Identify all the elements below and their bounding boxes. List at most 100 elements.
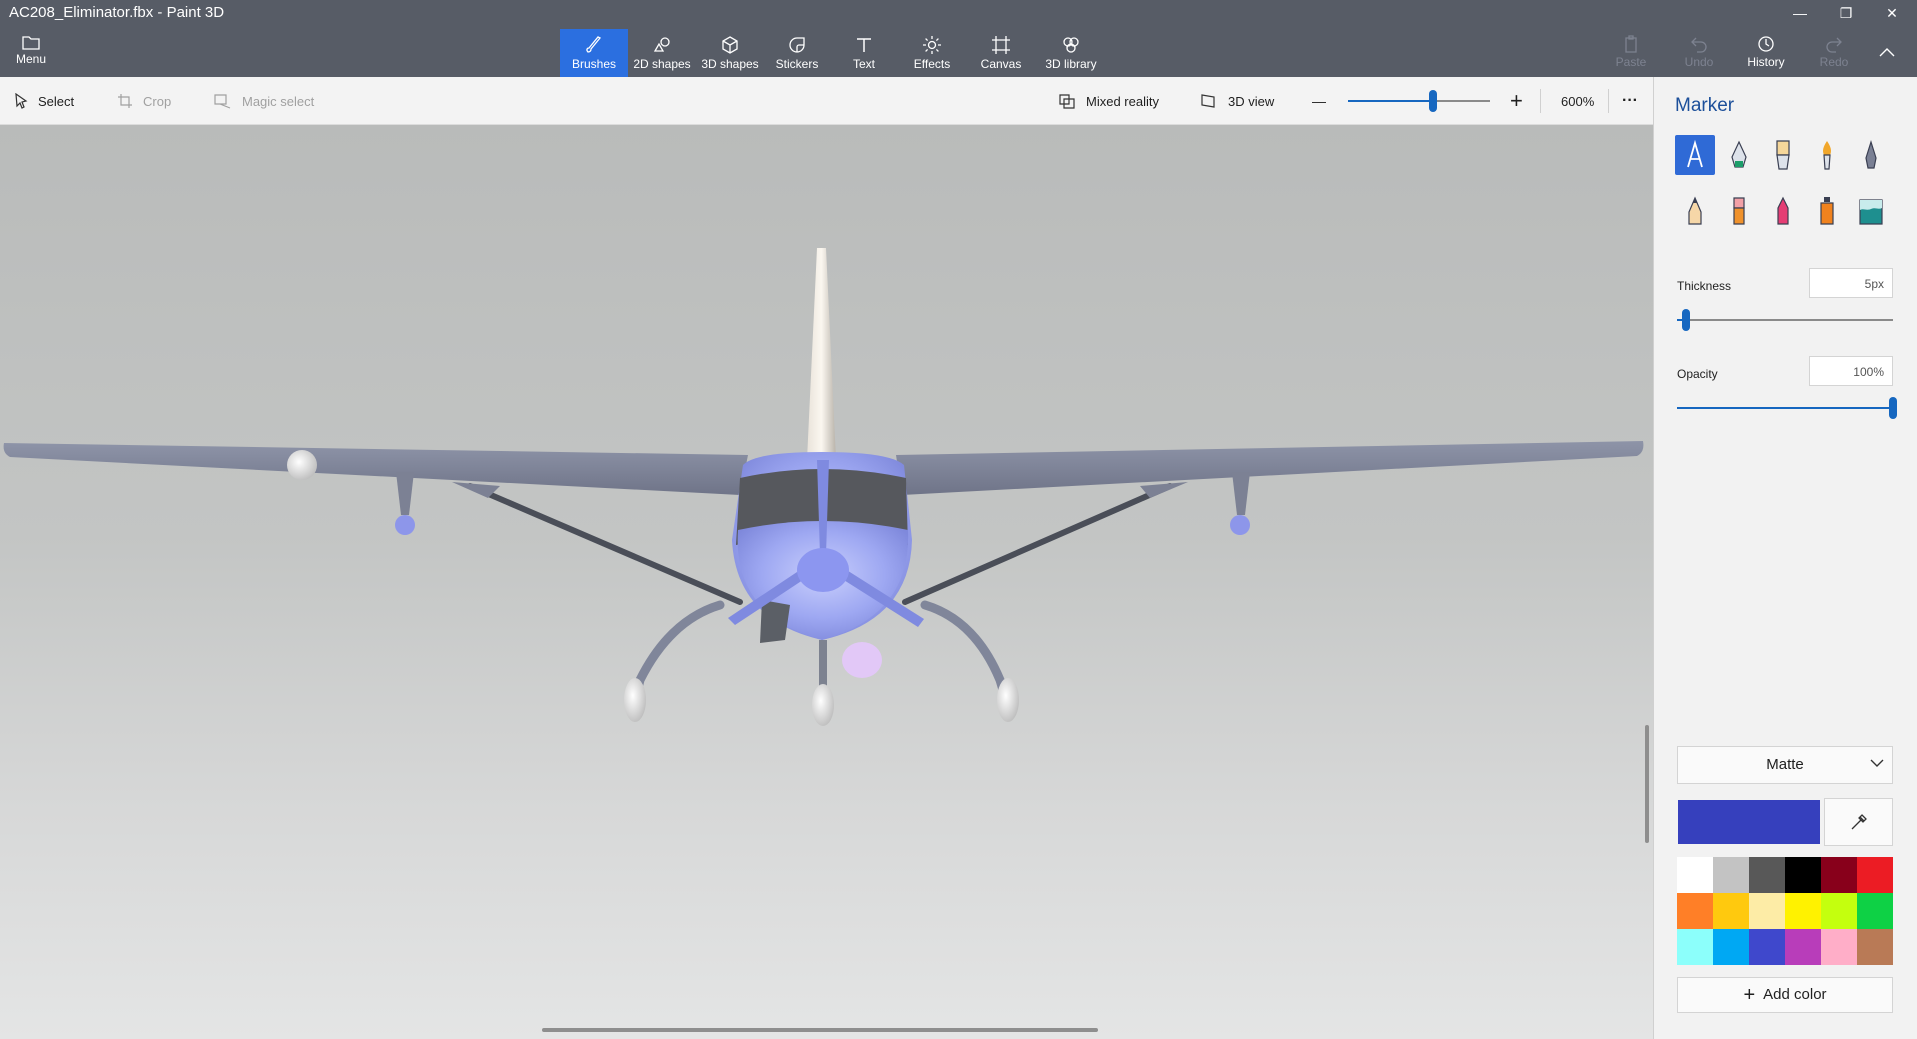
zoom-slider[interactable] [1348,90,1490,112]
zoom-out-button[interactable]: — [1312,77,1326,125]
zoom-slider-fill [1348,100,1434,102]
color-swatch[interactable] [1785,893,1821,929]
right-main-wheel [997,678,1019,722]
add-color-button[interactable]: + Add color [1677,977,1893,1013]
restore-button[interactable]: ❐ [1823,0,1869,28]
nose-gear-strut [819,640,827,690]
close-button[interactable]: ✕ [1869,0,1915,28]
brush-fill[interactable] [1851,191,1891,231]
color-swatch[interactable] [1713,929,1749,965]
color-swatch[interactable] [1749,893,1785,929]
tab-canvas[interactable]: Canvas [974,29,1028,77]
more-options-button[interactable]: ··· [1622,77,1638,125]
select-tool[interactable]: Select [14,77,74,125]
chevron-up-icon [1879,48,1895,57]
vertical-scrollbar[interactable] [1645,725,1649,843]
horizontal-scrollbar[interactable] [542,1028,1098,1032]
tab-label: Canvas [980,57,1022,71]
plus-icon: + [1743,984,1756,1006]
thickness-input[interactable]: 5px [1809,268,1893,298]
brush-watercolor[interactable] [1807,135,1847,175]
color-swatch[interactable] [1785,929,1821,965]
zoom-level[interactable]: 600% [1561,77,1594,125]
opacity-slider-thumb[interactable] [1889,397,1897,419]
tab-3d-library[interactable]: 3D library [1040,29,1102,77]
thickness-slider-thumb[interactable] [1681,309,1690,331]
watercolor-icon [1823,141,1831,170]
crop-icon [118,94,132,108]
collapse-ribbon-button[interactable] [1879,44,1907,64]
tab-3d-shapes[interactable]: 3D shapes [698,29,762,77]
brush-spray-can[interactable] [1807,191,1847,231]
color-swatch[interactable] [1713,857,1749,893]
nose-wheel [812,684,834,726]
exhaust [760,600,790,643]
tab-stickers[interactable]: Stickers [768,29,826,77]
3d-canvas[interactable] [0,125,1653,1039]
view-toolbar: Select Crop Magic select Mixed reality 3… [0,77,1653,125]
history-icon [1758,36,1774,52]
menu-label: Menu [15,52,47,66]
brush-crayon[interactable] [1763,191,1803,231]
history-button[interactable]: History [1738,31,1794,75]
brush-calligraphy-pen[interactable] [1719,135,1759,175]
crop-label: Crop [143,93,172,109]
tab-brushes[interactable]: Brushes [560,29,628,77]
color-swatch[interactable] [1677,929,1713,965]
3d-view-button[interactable]: 3D view [1200,77,1274,125]
color-swatch[interactable] [1857,893,1893,929]
menu-button[interactable]: Menu [6,32,56,72]
zoom-slider-thumb[interactable] [1429,90,1438,112]
brush-oil[interactable] [1763,135,1803,175]
color-swatch[interactable] [1677,857,1713,893]
mixed-reality-button[interactable]: Mixed reality [1058,77,1159,125]
airplane-model[interactable] [0,125,1653,1039]
color-swatch[interactable] [1749,857,1785,893]
brush-pixel-pen[interactable] [1851,135,1891,175]
color-swatch[interactable] [1749,929,1785,965]
color-palette [1677,857,1893,965]
color-swatch[interactable] [1821,857,1857,893]
undo-icon [1691,37,1707,53]
paste-button[interactable]: Paste [1603,31,1659,75]
color-swatch[interactable] [1785,857,1821,893]
finish-value: Matte [1766,756,1804,773]
opacity-input[interactable]: 100% [1809,356,1893,386]
spray-can-icon [1820,197,1834,225]
crop-tool[interactable]: Crop [117,77,171,125]
divider [1608,89,1609,113]
color-swatch[interactable] [1821,893,1857,929]
paste-icon [1625,35,1637,53]
zoom-in-button[interactable]: + [1510,77,1523,125]
redo-button[interactable]: Redo [1806,31,1862,75]
opacity-slider[interactable] [1677,397,1897,419]
color-swatch[interactable] [1713,893,1749,929]
current-color-swatch[interactable] [1678,800,1820,844]
left-wing-light [287,450,317,480]
magic-select-tool[interactable]: Magic select [214,77,314,125]
divider [1540,89,1541,113]
color-swatch[interactable] [1821,929,1857,965]
brush-pencil[interactable] [1675,191,1715,231]
thickness-slider[interactable] [1677,309,1893,331]
tab-2d-shapes[interactable]: 2D shapes [630,29,694,77]
finish-dropdown[interactable]: Matte [1677,746,1893,784]
tab-label: Effects [913,57,951,71]
color-swatch[interactable] [1857,857,1893,893]
tab-label: 3D library [1045,57,1097,71]
color-swatch[interactable] [1677,893,1713,929]
brush-marker[interactable] [1675,135,1715,175]
tab-label: Brushes [571,57,617,71]
eyedropper-button[interactable] [1824,798,1893,846]
tab-label: 2D shapes [633,57,691,71]
undo-button[interactable]: Undo [1671,31,1727,75]
brush-icon [586,36,602,53]
tab-effects[interactable]: Effects [906,29,958,77]
tab-text[interactable]: Text [838,29,890,77]
brush-eraser[interactable] [1719,191,1759,231]
eraser-icon [1733,197,1745,225]
minimize-button[interactable]: — [1777,0,1823,28]
right-pod [1230,515,1250,535]
color-swatch[interactable] [1857,929,1893,965]
cursor-icon [15,93,28,109]
